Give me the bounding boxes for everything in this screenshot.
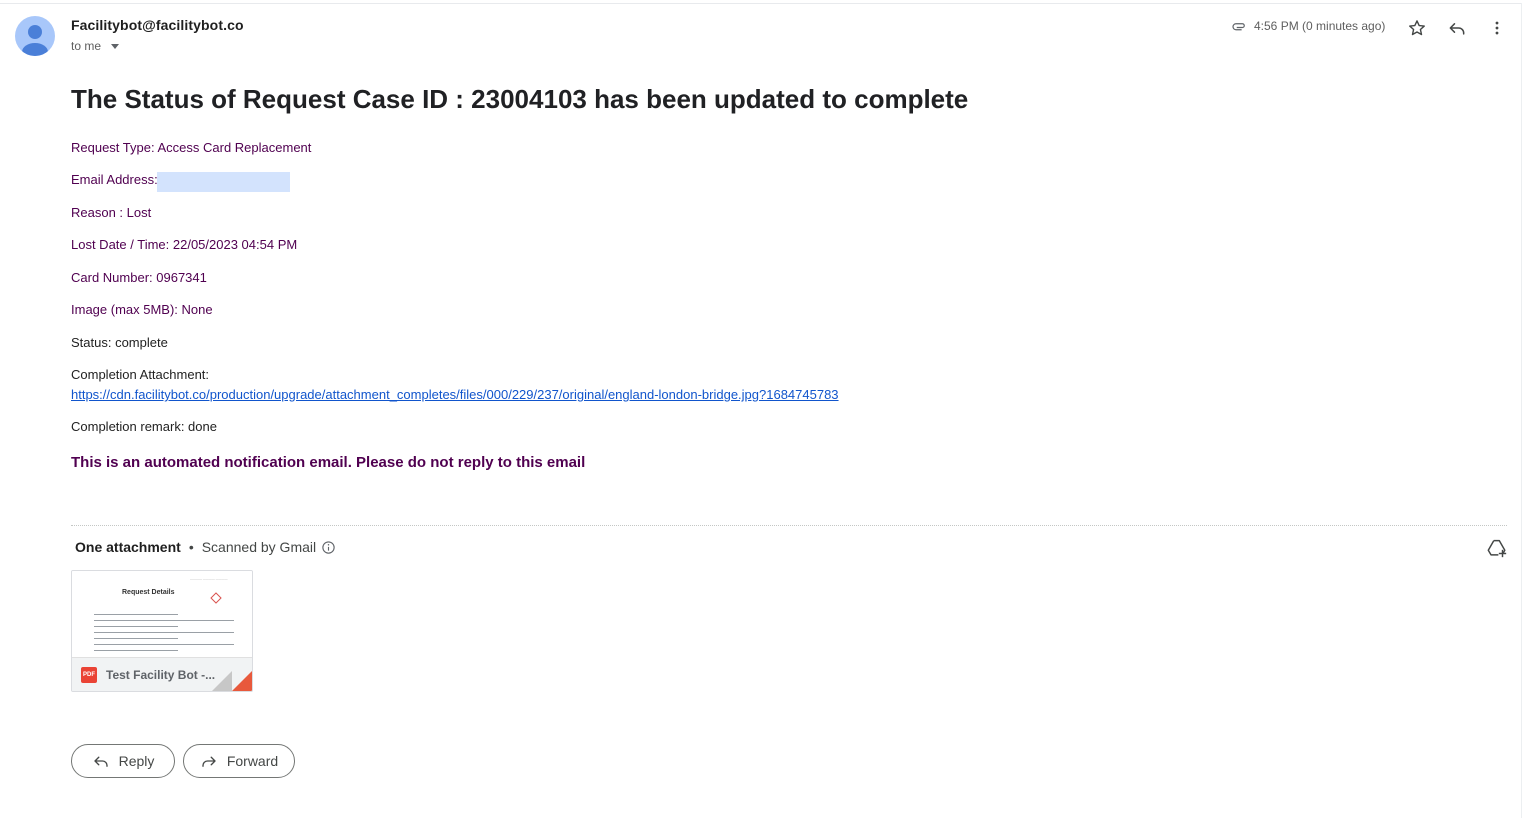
preview-header-text: ———— ———— ————: [190, 577, 228, 581]
page-fold-shadow: [212, 671, 232, 691]
sender-address[interactable]: Facilitybot@facilitybot.co: [71, 17, 244, 33]
add-to-drive-icon: [1487, 539, 1507, 558]
paperclip-icon: [1232, 23, 1245, 31]
automated-notice: This is an automated notification email.…: [71, 454, 586, 471]
preview-title: Request Details: [122, 589, 175, 596]
top-divider: [0, 3, 1522, 4]
sender-avatar[interactable]: [15, 16, 55, 56]
attachment-filename: Test Facility Bot -...: [106, 668, 216, 682]
scanned-label: Scanned by Gmail: [201, 539, 317, 555]
star-button[interactable]: [1405, 16, 1429, 40]
separator-dot: •: [188, 539, 194, 555]
reply-icon: [93, 756, 108, 767]
forward-button[interactable]: Forward: [183, 744, 295, 778]
avatar-person-icon: [22, 25, 48, 56]
card-number: Card Number: 0967341: [71, 270, 207, 285]
add-to-drive-button[interactable]: [1486, 537, 1508, 559]
forward-icon: [202, 756, 216, 767]
request-type: Request Type: Access Card Replacement: [71, 140, 312, 155]
attachment-count: One attachment: [75, 539, 181, 555]
reply-label: Reply: [118, 753, 155, 769]
page-fold-corner: [232, 671, 252, 691]
info-icon[interactable]: [321, 540, 336, 555]
image-field: Image (max 5MB): None: [71, 302, 213, 317]
attachment-card[interactable]: ———— ———— ———— Request Details PDF Test …: [71, 570, 253, 692]
recipient-details-toggle[interactable]: to me: [71, 39, 120, 53]
status: Status: complete: [71, 335, 168, 350]
completion-attachment-link[interactable]: https://cdn.facilitybot.co/production/up…: [71, 387, 839, 402]
lost-date-time: Lost Date / Time: 22/05/2023 04:54 PM: [71, 237, 298, 252]
reply-button[interactable]: Reply: [71, 744, 175, 778]
more-vert-icon: [1495, 21, 1499, 35]
reply-header-button[interactable]: [1445, 16, 1469, 40]
chevron-down-icon: [111, 44, 120, 49]
right-scroll-edge: [1521, 3, 1522, 818]
pdf-icon: PDF: [81, 667, 97, 683]
email-address-label: Email Address:: [71, 172, 158, 187]
message-time: 4:56 PM (0 minutes ago): [1254, 19, 1386, 33]
star-icon: [1409, 20, 1425, 36]
attachment-preview: ———— ———— ———— Request Details: [72, 571, 252, 657]
completion-remark: Completion remark: done: [71, 419, 217, 434]
preview-logo-icon: [210, 592, 222, 604]
redacted-email-address: [157, 172, 290, 192]
reason: Reason : Lost: [71, 205, 152, 220]
attachments-header: One attachment • Scanned by Gmail: [75, 539, 336, 555]
more-options-button[interactable]: [1485, 16, 1509, 40]
recipient-label: to me: [71, 39, 102, 53]
email-subject: The Status of Request Case ID : 23004103…: [71, 84, 969, 114]
reply-icon: [1449, 23, 1465, 35]
attachments-divider: [71, 525, 1507, 526]
preview-rows: [94, 614, 234, 656]
forward-label: Forward: [226, 753, 279, 769]
completion-attachment-label: Completion Attachment:: [71, 367, 210, 382]
message-meta: 4:56 PM (0 minutes ago): [1230, 17, 1385, 35]
